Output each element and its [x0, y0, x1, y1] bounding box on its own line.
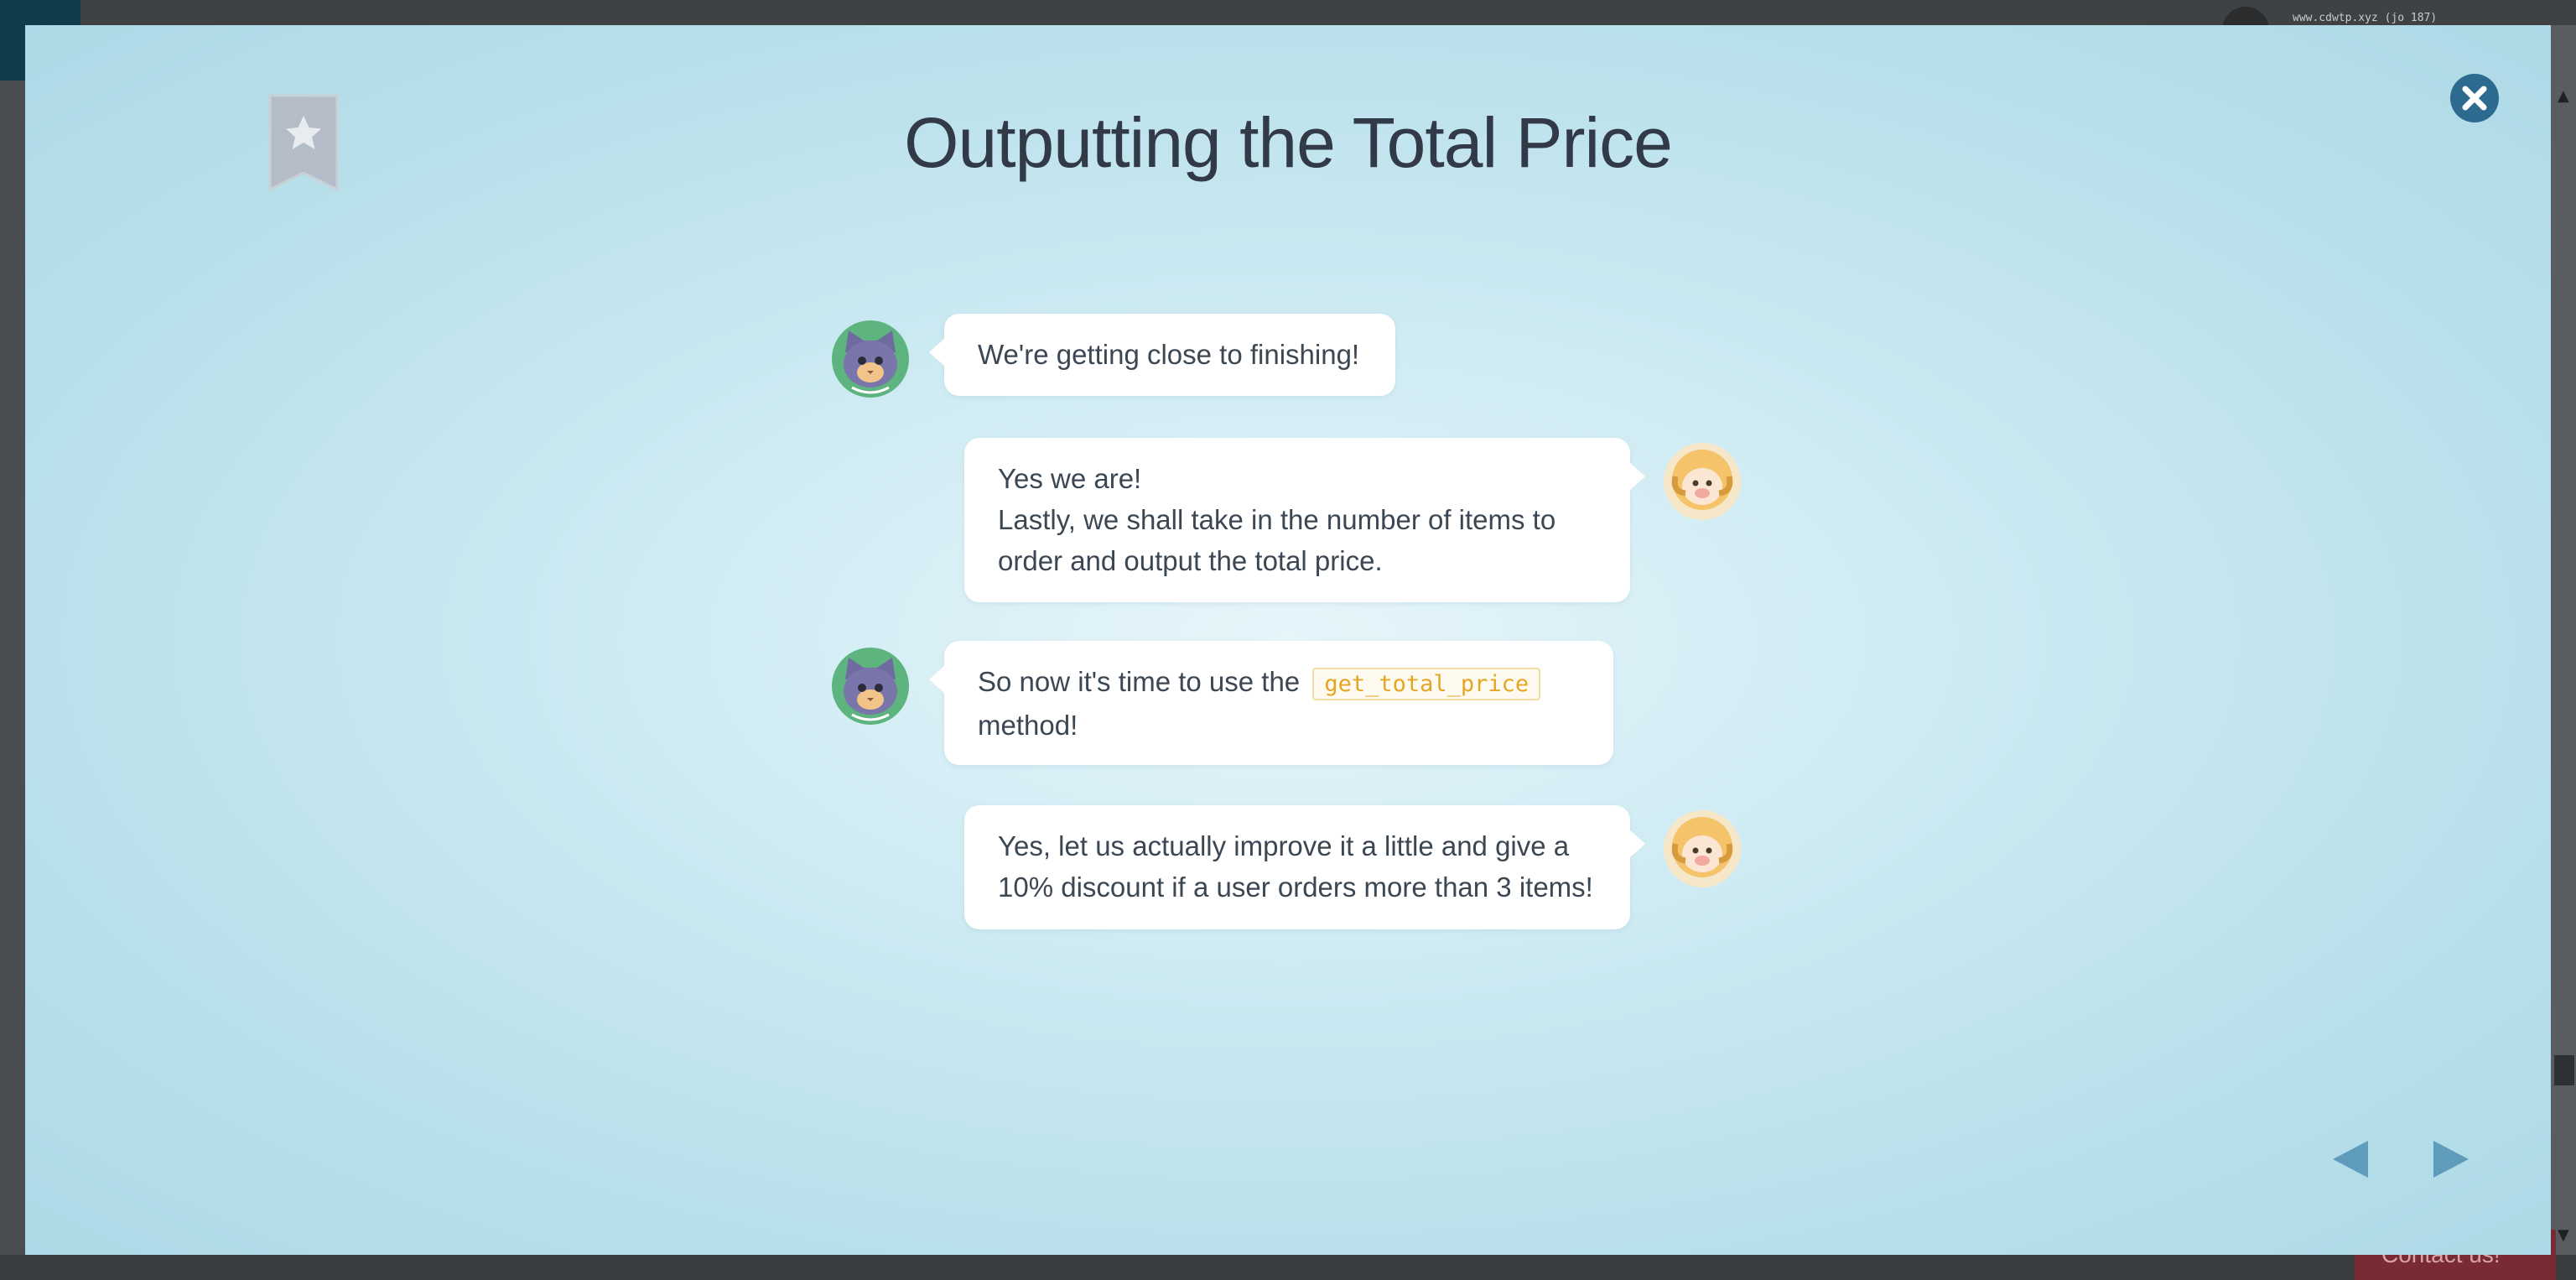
message-text: Yes we are!	[998, 463, 1142, 494]
triangle-left-icon	[2333, 1141, 2368, 1178]
close-button[interactable]	[2449, 72, 2501, 124]
chat-bubble: Yes, let us actually improve it a little…	[964, 805, 1645, 929]
cat-character-icon	[832, 648, 909, 725]
close-icon	[2450, 74, 2499, 122]
scroll-up-icon[interactable]: ▲	[2558, 87, 2569, 105]
chat-bubble: So now it's time to use the get_total_pr…	[929, 641, 1613, 765]
message-text-with-code: So now it's time to use the get_total_pr…	[978, 661, 1580, 705]
background-left-column	[0, 81, 25, 1280]
triangle-right-icon	[2433, 1141, 2469, 1178]
scroll-down-icon[interactable]: ▼	[2558, 1226, 2569, 1244]
background-top-bar	[0, 0, 2576, 25]
next-slide-button[interactable]	[2430, 1137, 2474, 1181]
sheep-character-icon	[1664, 443, 1741, 520]
message-text: method!	[978, 710, 1078, 741]
sheep-avatar	[1664, 810, 1741, 887]
cat-avatar	[832, 648, 909, 725]
sheep-avatar	[1664, 443, 1741, 520]
message-text: 10% discount if a user orders more than …	[998, 872, 1593, 903]
cat-character-icon	[832, 320, 909, 398]
background-bottom-bar	[0, 1255, 2576, 1280]
previous-slide-button[interactable]	[2328, 1137, 2371, 1181]
background-scrollbar-thumb[interactable]	[2554, 1055, 2574, 1085]
background-url-text: www.cdwtp.xyz (jo 187)	[2293, 12, 2438, 24]
message-text: So now it's time to use the	[978, 666, 1301, 697]
message-text: order and output the total price.	[998, 545, 1383, 576]
cat-avatar	[832, 320, 909, 398]
slide-modal: Outputting the Total Price We're getting…	[25, 25, 2551, 1255]
message-text: Lastly, we shall take in the number of i…	[998, 504, 1556, 535]
slide-title: Outputting the Total Price	[904, 103, 1673, 182]
chat-bubble: We're getting close to finishing!	[929, 314, 1395, 396]
message-text: Yes, let us actually improve it a little…	[998, 830, 1570, 861]
message-text: We're getting close to finishing!	[978, 339, 1360, 370]
sheep-character-icon	[1664, 810, 1741, 887]
chat-bubble: Yes we are! Lastly, we shall take in the…	[964, 438, 1645, 602]
code-snippet: get_total_price	[1312, 668, 1541, 700]
